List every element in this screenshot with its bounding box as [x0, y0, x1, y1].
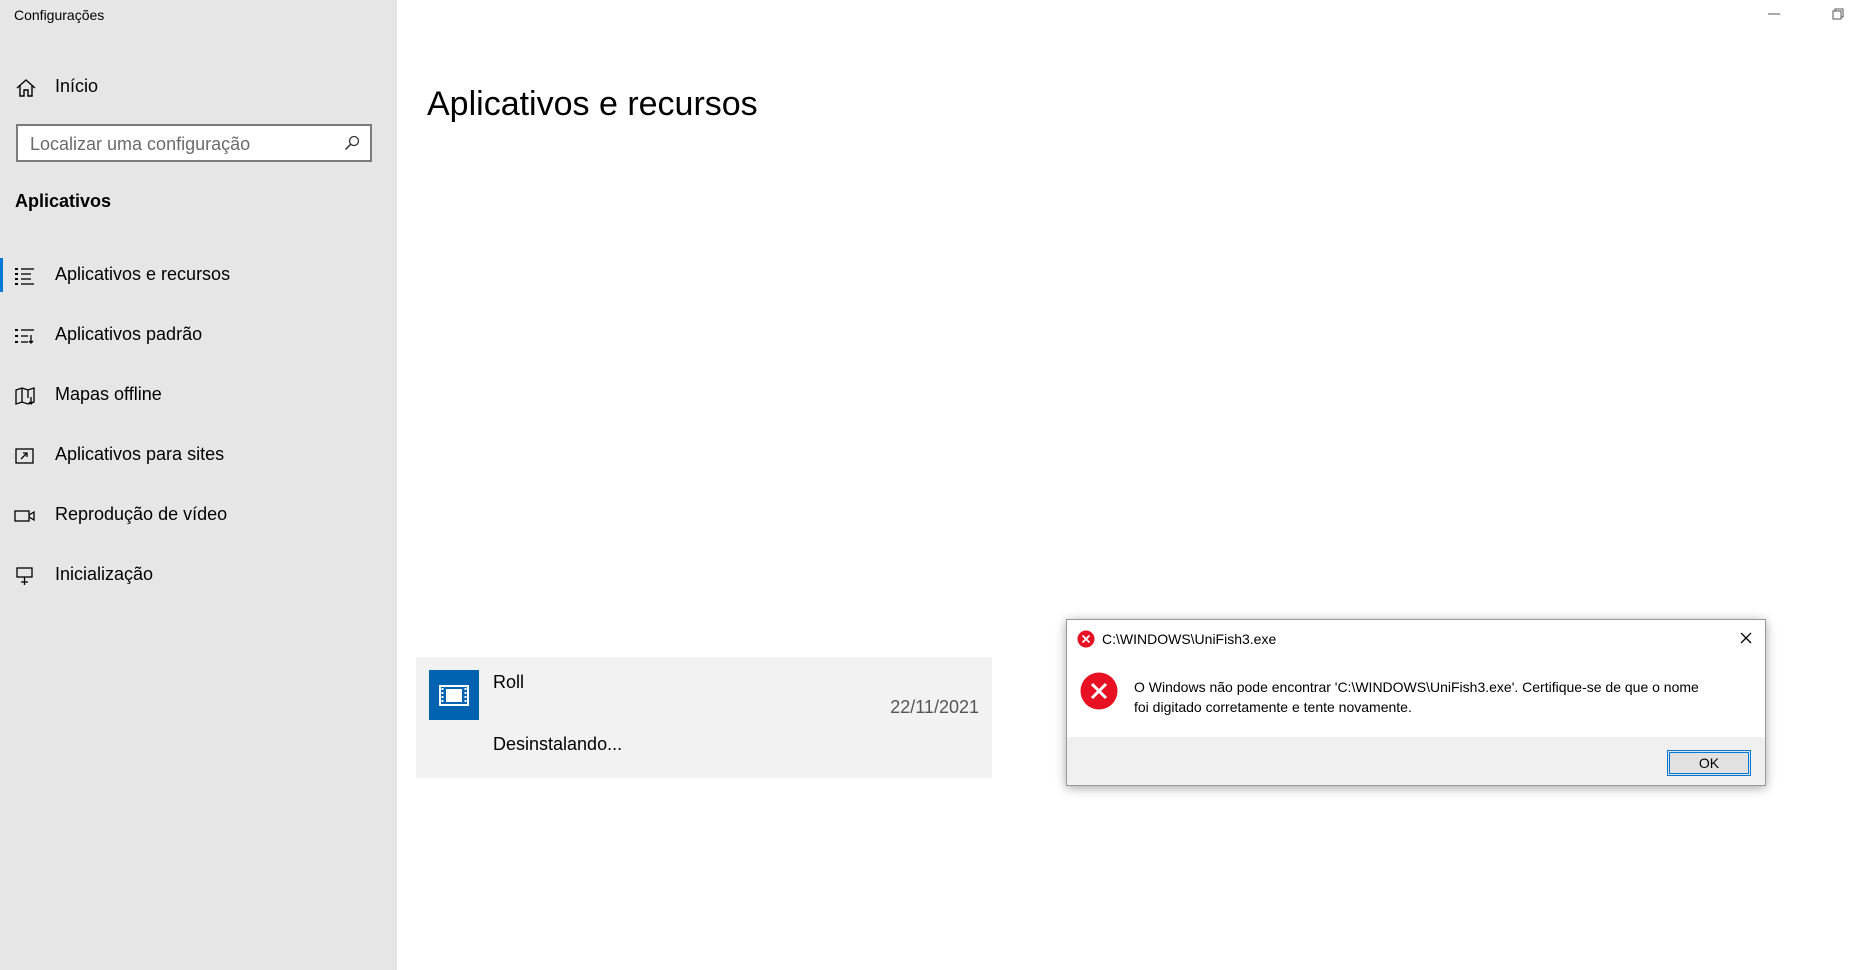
sidebar-item-apps-for-websites[interactable]: Aplicativos para sites: [0, 438, 397, 498]
section-title: Aplicativos: [15, 191, 112, 211]
error-icon: [1080, 672, 1118, 710]
close-icon[interactable]: [1737, 629, 1755, 647]
sidebar-item-offline-maps[interactable]: Mapas offline: [0, 378, 397, 438]
offline-maps-icon: [15, 387, 35, 405]
app-list-item[interactable]: Roll 22/11/2021 Desinstalando...: [416, 657, 992, 778]
sidebar-item-video-playback[interactable]: Reprodução de vídeo: [0, 498, 397, 558]
error-icon: [1077, 630, 1095, 648]
dialog-title: C:\WINDOWS\UniFish3.exe: [1102, 631, 1277, 647]
ok-button[interactable]: OK: [1667, 750, 1751, 776]
app-name: Roll: [493, 672, 525, 692]
apps-for-websites-icon: [15, 448, 34, 464]
sidebar-item-startup[interactable]: Inicialização: [0, 558, 397, 618]
sidebar-item-label: Aplicativos para sites: [55, 444, 225, 464]
dialog-message-line: foi digitado corretamente e tente novame…: [1134, 699, 1412, 715]
sidebar-item-label: Reprodução de vídeo: [55, 504, 228, 524]
app-icon: [429, 670, 479, 720]
nav-list: Aplicativos e recursos Aplicativos padrã…: [0, 258, 397, 618]
sidebar-item-default-apps[interactable]: Aplicativos padrão: [0, 318, 397, 378]
dialog-titlebar[interactable]: C:\WINDOWS\UniFish3.exe: [1067, 620, 1765, 656]
sidebar-item-label: Inicialização: [55, 564, 154, 584]
search-icon[interactable]: [344, 135, 360, 151]
page-title: Aplicativos e recursos: [427, 84, 758, 123]
dialog-message-line: O Windows não pode encontrar 'C:\WINDOWS…: [1134, 679, 1699, 695]
app-install-date: 22/11/2021: [890, 697, 979, 717]
search-box[interactable]: [16, 124, 372, 162]
minimize-icon[interactable]: [1764, 4, 1784, 24]
sidebar: Configurações Início Aplicativos Aplicat…: [0, 0, 397, 970]
sidebar-item-apps-features[interactable]: Aplicativos e recursos: [0, 258, 397, 318]
error-dialog: C:\WINDOWS\UniFish3.exe O Windows não po…: [1066, 619, 1766, 786]
default-apps-icon: [15, 329, 34, 344]
dialog-message: O Windows não pode encontrar 'C:\WINDOWS…: [1134, 677, 1744, 717]
search-input[interactable]: [30, 132, 330, 156]
video-playback-icon: [14, 510, 35, 522]
nav-home-label: Início: [55, 76, 99, 96]
home-icon: [16, 79, 36, 97]
nav-home[interactable]: Início: [0, 70, 397, 106]
sidebar-item-label: Aplicativos e recursos: [55, 264, 231, 284]
sidebar-item-label: Aplicativos padrão: [55, 324, 203, 344]
apps-features-icon: [15, 268, 34, 285]
window-title: Configurações: [14, 7, 105, 23]
startup-icon: [16, 567, 33, 585]
sidebar-item-label: Mapas offline: [55, 384, 162, 404]
app-status: Desinstalando...: [493, 734, 623, 754]
restore-icon[interactable]: [1828, 4, 1848, 24]
dialog-footer: [1067, 737, 1765, 785]
